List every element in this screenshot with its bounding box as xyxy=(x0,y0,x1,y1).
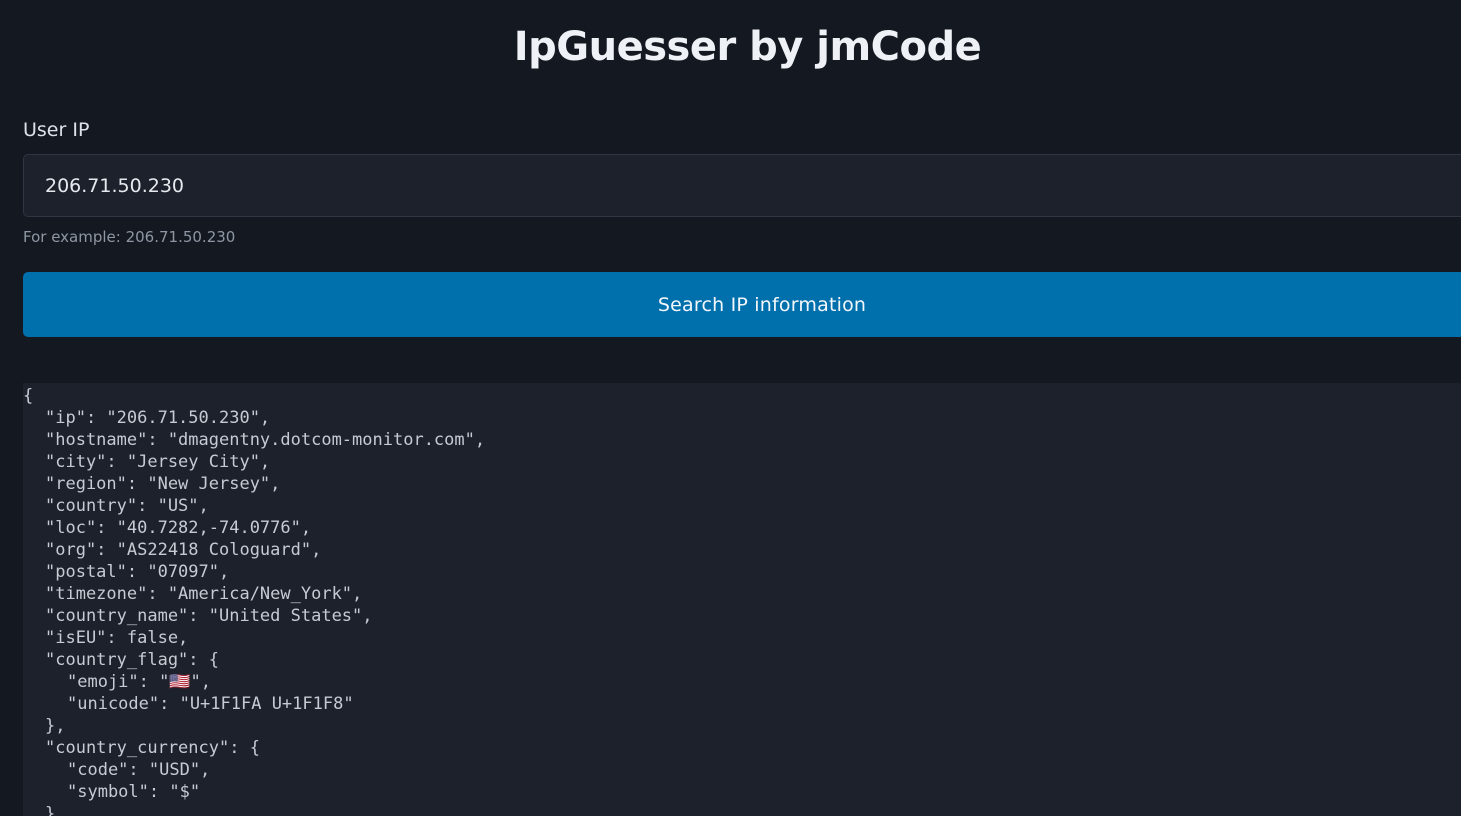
json-line: "city": "Jersey City", xyxy=(45,452,271,472)
json-line: "region": "New Jersey", xyxy=(45,474,281,494)
json-line: "org": "AS22418 Cologuard", xyxy=(45,540,322,560)
user-ip-input[interactable] xyxy=(23,154,1461,217)
json-line: "isEU": false, xyxy=(45,628,189,648)
ip-result-json: { "ip": "206.71.50.230", "hostname": "dmag… xyxy=(23,383,1461,816)
json-line: { xyxy=(23,386,34,406)
json-line: "unicode": "U+1F1FA U+1F1F8" xyxy=(67,694,354,714)
page-title: IpGuesser by jmCode xyxy=(513,24,982,70)
json-line: "country": "US", xyxy=(45,496,209,516)
user-ip-label: User IP xyxy=(23,119,90,141)
ip-guesser-page: IpGuesser by jmCode User IP For example:… xyxy=(0,0,1461,816)
json-line: "country_flag": { xyxy=(45,650,219,670)
json-line: "loc": "40.7282,-74.0776", xyxy=(45,518,312,538)
json-line: "country_name": "United States", xyxy=(45,606,373,626)
json-line: "hostname": "dmagentny.dotcom-monitor.co… xyxy=(45,430,486,450)
json-line: "emoji": "🇺🇸", xyxy=(67,672,211,692)
json-line: "timezone": "America/New_York", xyxy=(45,584,363,604)
json-line: "symbol": "$" xyxy=(67,782,201,802)
json-line: "country_currency": { xyxy=(45,738,260,758)
json-line: "postal": "07097", xyxy=(45,562,230,582)
json-line: }, xyxy=(45,804,66,816)
search-ip-button[interactable]: Search IP information xyxy=(23,272,1461,337)
json-line: "code": "USD", xyxy=(67,760,211,780)
ip-example-helper: For example: 206.71.50.230 xyxy=(23,228,236,246)
json-line: "ip": "206.71.50.230", xyxy=(45,408,271,428)
search-ip-button-label: Search IP information xyxy=(657,293,867,316)
json-line: }, xyxy=(45,716,66,736)
